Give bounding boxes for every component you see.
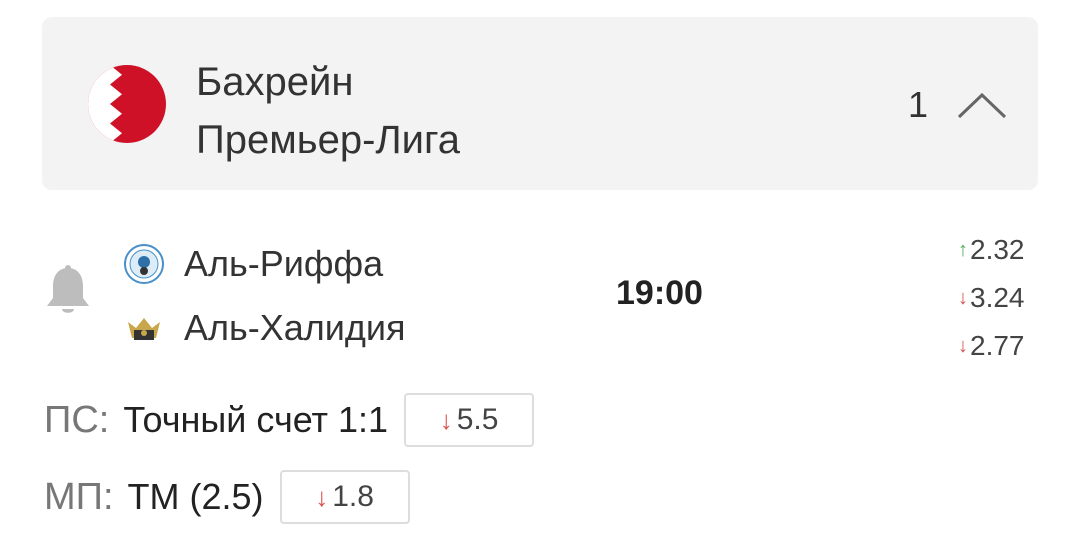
league-country: Бахрейн — [196, 60, 354, 104]
pick-text: ТМ (2.5) — [127, 476, 264, 517]
odd-draw[interactable]: ↓ 3.24 — [958, 274, 1048, 322]
pick-text: Точный счет 1:1 — [123, 399, 389, 440]
pick-odd-value: 1.8 — [332, 480, 374, 513]
home-team-logo-icon — [124, 244, 164, 284]
home-team-name: Аль-Риффа — [184, 243, 384, 284]
pick-row-ps: ПС: Точный счет 1:1 ↓ 5.5 — [44, 392, 535, 448]
league-name: Премьер-Лига — [196, 118, 460, 162]
odd-home[interactable]: ↑ 2.32 — [958, 226, 1048, 274]
pick-row-mp: МП: ТМ (2.5) ↓ 1.8 — [44, 469, 410, 525]
odd-value: 2.77 — [970, 330, 1025, 361]
bahrain-flag-icon — [88, 65, 166, 143]
pick-prefix: ПС: — [44, 398, 110, 441]
odds-list: ↑ 2.32 ↓ 3.24 ↓ 2.77 — [958, 226, 1048, 370]
arrow-down-icon: ↓ — [439, 404, 453, 435]
odd-value: 2.32 — [970, 234, 1025, 265]
chevron-up-icon — [957, 92, 1007, 119]
pick-prefix: МП: — [44, 475, 114, 518]
odd-away[interactable]: ↓ 2.77 — [958, 322, 1048, 370]
pick-odd-button[interactable]: ↓ 5.5 — [404, 393, 535, 447]
arrow-down-icon: ↓ — [958, 286, 968, 309]
away-team-logo-icon — [124, 308, 164, 348]
collapse-button[interactable] — [956, 85, 1008, 125]
match-time: 19:00 — [616, 274, 703, 312]
away-team-name: Аль-Халидия — [184, 307, 406, 348]
pick-odd-value: 5.5 — [456, 403, 499, 436]
home-team[interactable]: Аль-Риффа — [124, 240, 383, 288]
arrow-up-icon: ↑ — [958, 238, 968, 261]
match-row[interactable]: Аль-Риффа Аль-Халидия 19:00 ↑ 2.32 ↓ 3.2… — [0, 220, 1080, 370]
away-team[interactable]: Аль-Халидия — [124, 304, 406, 352]
arrow-down-icon: ↓ — [958, 334, 968, 357]
odd-value: 3.24 — [970, 282, 1025, 313]
league-title: Бахрейн Премьер-Лига — [196, 53, 460, 169]
league-header[interactable]: Бахрейн Премьер-Лига 1 — [42, 17, 1038, 190]
pick-odd-button[interactable]: ↓ 1.8 — [279, 470, 410, 524]
arrow-down-icon: ↓ — [315, 481, 329, 512]
match-count: 1 — [908, 84, 929, 125]
bell-icon[interactable] — [44, 264, 92, 318]
